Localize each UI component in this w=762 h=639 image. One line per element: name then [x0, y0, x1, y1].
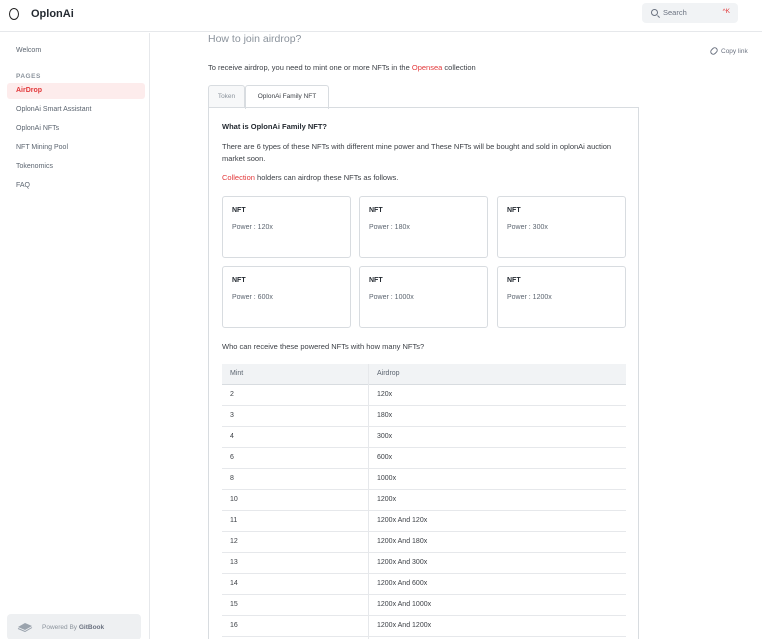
table-row: 14 1200x And 600x: [222, 574, 626, 595]
nft-card-title: NFT: [507, 207, 521, 214]
table-row: 2 120x: [222, 385, 626, 406]
opensea-link[interactable]: Opensea: [412, 63, 442, 72]
cell-airdrop: 180x: [377, 412, 393, 419]
cell-mint: 3: [230, 412, 234, 419]
nft-card-title: NFT: [369, 207, 383, 214]
intro-after: collection: [444, 63, 476, 72]
powered-brand: GitBook: [78, 624, 105, 631]
cell-airdrop: 1200x And 1000x: [377, 601, 432, 608]
powered-text: Powered By GitBook: [42, 624, 104, 631]
cell-mint: 10: [230, 496, 238, 503]
intro-text: To receive airdrop, you need to mint one…: [208, 63, 476, 72]
nft-card-power: Power : 1200x: [507, 294, 552, 301]
nft-card-power: Power : 120x: [232, 224, 273, 231]
nft-card-power: Power : 300x: [507, 224, 548, 231]
search-shortcut: ^K: [722, 8, 730, 15]
nft-card-title: NFT: [369, 277, 383, 284]
cell-mint: 13: [230, 559, 238, 566]
collection-sentence: Collection holders can airdrop these NFT…: [222, 173, 398, 182]
cell-airdrop: 1200x And 600x: [377, 580, 428, 587]
nft-card: NFT Power : 300x: [497, 196, 626, 258]
sidebar-item-nfts[interactable]: OplonAi NFTs: [7, 121, 145, 137]
cell-airdrop: 1200x And 300x: [377, 559, 428, 566]
nft-card-title: NFT: [232, 277, 246, 284]
search-icon: [651, 9, 658, 16]
cell-mint: 4: [230, 433, 234, 440]
sidebar-item-nft-mining-pool[interactable]: NFT Mining Pool: [7, 140, 145, 156]
nft-card: NFT Power : 1000x: [359, 266, 488, 328]
main-content: How to join airdrop? Copy link To receiv…: [151, 33, 762, 639]
cell-airdrop: 120x: [377, 391, 393, 398]
nft-card-title: NFT: [507, 277, 521, 284]
link-icon: [709, 46, 719, 57]
table-row: 3 180x: [222, 406, 626, 427]
table-row: 11 1200x And 120x: [222, 511, 626, 532]
tab-token[interactable]: Token: [208, 85, 245, 108]
table-row: 4 300x: [222, 427, 626, 448]
search-placeholder: Search: [663, 8, 687, 17]
panel-heading: What is OplonAi Family NFT?: [222, 122, 327, 131]
cell-mint: 16: [230, 622, 238, 629]
table-row: 6 600x: [222, 448, 626, 469]
cell-airdrop: 1200x And 120x: [377, 517, 428, 524]
cell-airdrop: 300x: [377, 433, 393, 440]
nft-card-power: Power : 180x: [369, 224, 410, 231]
nft-card-title: NFT: [232, 207, 246, 214]
top-bar: OplonAi Search ^K: [0, 0, 762, 32]
table-row: 15 1200x And 1000x: [222, 595, 626, 616]
intro-before: To receive airdrop, you need to mint one…: [208, 63, 410, 72]
sidebar-item-airdrop[interactable]: AirDrop: [7, 83, 145, 99]
nft-card: NFT Power : 180x: [359, 196, 488, 258]
search-button[interactable]: Search ^K: [642, 3, 738, 23]
column-header-airdrop: Airdrop: [377, 370, 400, 377]
tab-panel: What is OplonAi Family NFT? There are 6 …: [208, 107, 639, 639]
table-row: 13 1200x And 300x: [222, 553, 626, 574]
cell-mint: 8: [230, 475, 234, 482]
cell-airdrop: 1200x And 1200x: [377, 622, 432, 629]
sidebar-item-faq[interactable]: FAQ: [7, 178, 145, 194]
table-row: 16 1200x And 1200x: [222, 616, 626, 637]
nft-card-power: Power : 1000x: [369, 294, 414, 301]
table-row: 10 1200x: [222, 490, 626, 511]
table-row: 12 1200x And 180x: [222, 532, 626, 553]
nft-card: NFT Power : 1200x: [497, 266, 626, 328]
powered-by-gitbook[interactable]: Powered By GitBook: [7, 614, 141, 639]
gitbook-icon: [17, 623, 33, 632]
cell-airdrop: 1200x: [377, 496, 397, 503]
copy-link-label: Copy link: [721, 48, 748, 55]
cell-mint: 15: [230, 601, 238, 608]
cell-mint: 14: [230, 580, 238, 587]
sidebar-section-label: PAGES: [16, 73, 41, 80]
nft-card: NFT Power : 600x: [222, 266, 351, 328]
panel-paragraph: There are 6 types of these NFTs with dif…: [222, 142, 612, 163]
tab-oplonai-family-nft[interactable]: OplonAi Family NFT: [245, 85, 329, 109]
table-row: 8 1000x: [222, 469, 626, 490]
powered-prefix: Powered By: [42, 624, 78, 631]
cell-airdrop: 1200x And 180x: [377, 538, 428, 545]
cell-mint: 6: [230, 454, 234, 461]
cell-mint: 11: [230, 517, 238, 524]
sidebar: Welcom PAGES AirDrop OplonAi Smart Assis…: [0, 33, 150, 639]
app-title[interactable]: OplonAi: [31, 8, 74, 20]
nft-card: NFT Power : 120x: [222, 196, 351, 258]
collection-link[interactable]: Collection: [222, 173, 255, 182]
cell-mint: 12: [230, 538, 238, 545]
page-title: How to join airdrop?: [208, 33, 302, 45]
cell-airdrop: 1000x: [377, 475, 397, 482]
sidebar-item-welcom[interactable]: Welcom: [7, 43, 145, 59]
collection-after: holders can airdrop these NFTs as follow…: [257, 173, 399, 182]
nft-card-power: Power : 600x: [232, 294, 273, 301]
logo-icon[interactable]: [9, 8, 19, 20]
cell-airdrop: 600x: [377, 454, 393, 461]
sidebar-item-tokenomics[interactable]: Tokenomics: [7, 159, 145, 175]
cell-mint: 2: [230, 391, 234, 398]
column-header-mint: Mint: [230, 370, 244, 377]
copy-link-button[interactable]: Copy link: [709, 46, 748, 57]
sidebar-item-smart-assistant[interactable]: OplonAi Smart Assistant: [7, 102, 145, 118]
table-question: Who can receive these powered NFTs with …: [222, 342, 425, 351]
table-header: Mint Airdrop: [222, 364, 626, 385]
